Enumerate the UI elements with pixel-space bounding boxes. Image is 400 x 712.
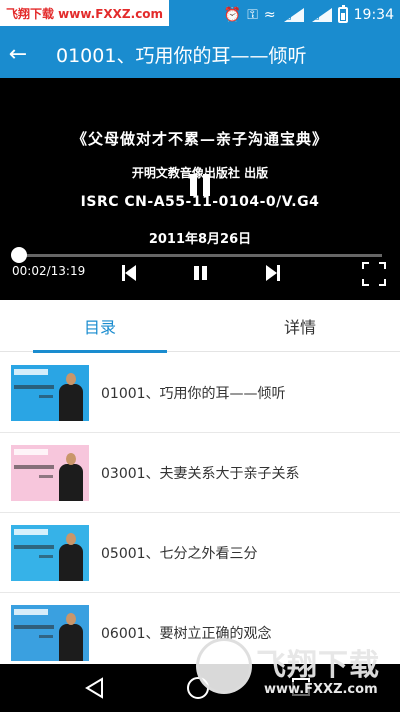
app-bar: ← 01001、巧用你的耳——倾听 xyxy=(0,30,400,78)
tab-catalog[interactable]: 目录 xyxy=(0,300,200,353)
alarm-icon: ⏰ xyxy=(223,7,242,23)
status-bar: 飞翔下载 www.FXXZ.com ⏰ ⚿ ≈ 2G 2G 19:34 xyxy=(0,0,400,30)
episode-title: 03001、夫妻关系大于亲子关系 xyxy=(101,465,300,482)
skip-next-icon[interactable] xyxy=(262,263,282,283)
key-icon: ⚿ xyxy=(247,7,258,23)
episode-title: 01001、巧用你的耳——倾听 xyxy=(101,385,286,402)
episode-title: 05001、七分之外看三分 xyxy=(101,545,258,562)
video-text-title: 《父母做对才不累—亲子沟通宝典》 xyxy=(71,130,328,148)
video-text-isrc: ISRC CN-A55-11-0104-0/V.G4 xyxy=(80,194,320,210)
signal-icon-2: 2G xyxy=(310,8,332,22)
fullscreen-icon[interactable] xyxy=(362,262,386,286)
back-arrow-icon[interactable]: ← xyxy=(0,30,36,78)
battery-icon xyxy=(337,5,348,23)
status-time: 19:34 xyxy=(353,7,394,23)
tab-bar: 目录 详情 xyxy=(0,300,400,353)
tab-details[interactable]: 详情 xyxy=(200,300,400,352)
status-icons: ⏰ ⚿ ≈ 2G 2G 19:34 xyxy=(224,0,394,30)
list-item[interactable]: 01001、巧用你的耳——倾听 xyxy=(0,353,400,433)
wifi-icon: ≈ xyxy=(263,7,276,23)
skip-previous-icon[interactable] xyxy=(120,263,140,283)
watermark-top: 飞翔下载 www.FXXZ.com xyxy=(0,0,170,26)
watermark-overlay: 飞翔下载 www.FXXZ.com xyxy=(196,632,400,712)
episode-thumbnail xyxy=(11,524,89,581)
video-player[interactable]: 《父母做对才不累—亲子沟通宝典》 开明文教音像出版社 出版 ISRC CN-A5… xyxy=(0,78,400,300)
center-pause-icon[interactable] xyxy=(190,174,210,196)
page-title: 01001、巧用你的耳——倾听 xyxy=(56,44,307,67)
seek-thumb[interactable] xyxy=(10,247,27,263)
list-item[interactable]: 03001、夫妻关系大于亲子关系 xyxy=(0,433,400,513)
episode-thumbnail xyxy=(11,444,89,501)
episode-thumbnail xyxy=(11,364,89,421)
signal-icon: 2G xyxy=(282,8,304,22)
list-item[interactable]: 05001、七分之外看三分 xyxy=(0,513,400,593)
episode-thumbnail xyxy=(11,604,89,661)
episode-list: 01001、巧用你的耳——倾听 03001、夫妻关系大于亲子关系 05001、七… xyxy=(0,353,400,673)
playback-time: 00:02/13:19 xyxy=(12,264,86,278)
video-text-date: 2011年8月26日 xyxy=(148,232,252,247)
watermark-logo-icon xyxy=(196,638,252,694)
watermark-url: www.FXXZ.com xyxy=(260,682,382,697)
watermark-brand: 飞翔下载 xyxy=(256,648,380,683)
pause-button[interactable] xyxy=(191,263,211,283)
seek-bar[interactable] xyxy=(10,247,382,263)
nav-back-icon[interactable] xyxy=(84,677,106,699)
